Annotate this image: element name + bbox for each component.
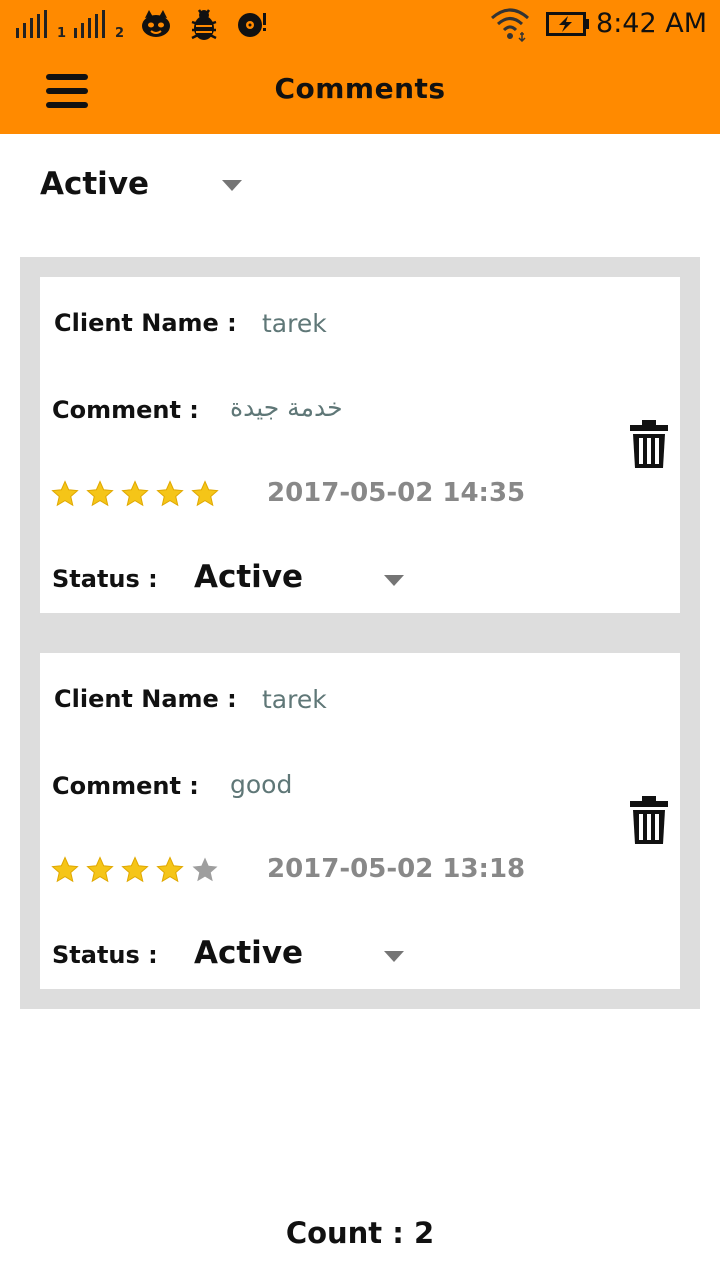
client-name-label: Client Name :	[54, 685, 237, 713]
star-filled-icon	[51, 480, 79, 507]
status-bar: 1 2 8:42 AM	[0, 0, 720, 52]
status-filter-value: Active	[40, 166, 150, 202]
star-empty-icon	[192, 857, 218, 882]
status-filter-dropdown[interactable]: Active	[40, 160, 260, 216]
client-name-label: Client Name :	[54, 309, 237, 337]
vinyl-icon	[238, 13, 266, 37]
comment-date: 2017-05-02 14:35	[267, 478, 526, 508]
chevron-down-icon	[384, 575, 404, 586]
comment-card: Client Name : tarek Comment : good 2017-…	[40, 653, 680, 989]
signal-icon	[74, 10, 106, 38]
star-filled-icon	[121, 856, 149, 883]
sim1-label: 1	[57, 26, 67, 41]
star-filled-icon	[191, 480, 219, 507]
status-label: Status :	[52, 565, 158, 593]
battery-charging-icon	[546, 12, 589, 36]
clock: 8:42 AM	[596, 8, 707, 39]
comment-card: Client Name : tarek Comment : خدمة جيدة …	[40, 277, 680, 613]
app-bar: 1 2 8:42 AM Comments	[0, 0, 720, 134]
wifi-icon	[491, 8, 529, 42]
status-value: Active	[194, 559, 304, 595]
comment-label: Comment :	[52, 396, 199, 424]
chevron-down-icon	[384, 951, 404, 962]
star-filled-icon	[86, 480, 114, 507]
comment-value: good	[230, 770, 293, 799]
chevron-down-icon	[222, 180, 242, 191]
page-title: Comments	[274, 72, 446, 105]
trash-icon[interactable]	[630, 796, 668, 844]
signal-icon	[16, 10, 48, 38]
comment-count: Count : 2	[0, 1216, 720, 1250]
trash-icon[interactable]	[630, 420, 668, 468]
star-filled-icon	[51, 856, 79, 883]
star-filled-icon	[86, 856, 114, 883]
sim2-label: 2	[115, 26, 125, 41]
comment-label: Comment :	[52, 772, 199, 800]
status-dropdown[interactable]: Active	[190, 931, 410, 981]
star-filled-icon	[156, 480, 184, 507]
status-label: Status :	[52, 941, 158, 969]
status-dropdown[interactable]: Active	[190, 555, 410, 605]
star-filled-icon	[121, 480, 149, 507]
client-name-value: tarek	[262, 309, 327, 338]
cat-face-icon	[142, 10, 170, 37]
count-label: Count :	[285, 1216, 404, 1250]
client-name-value: tarek	[262, 685, 327, 714]
count-value: 2	[413, 1216, 435, 1250]
comment-value: خدمة جيدة	[230, 393, 343, 422]
status-value: Active	[194, 935, 304, 971]
bug-icon	[191, 9, 217, 40]
comment-date: 2017-05-02 13:18	[267, 854, 526, 884]
star-filled-icon	[156, 856, 184, 883]
comments-list[interactable]: Client Name : tarek Comment : خدمة جيدة …	[20, 257, 700, 1009]
